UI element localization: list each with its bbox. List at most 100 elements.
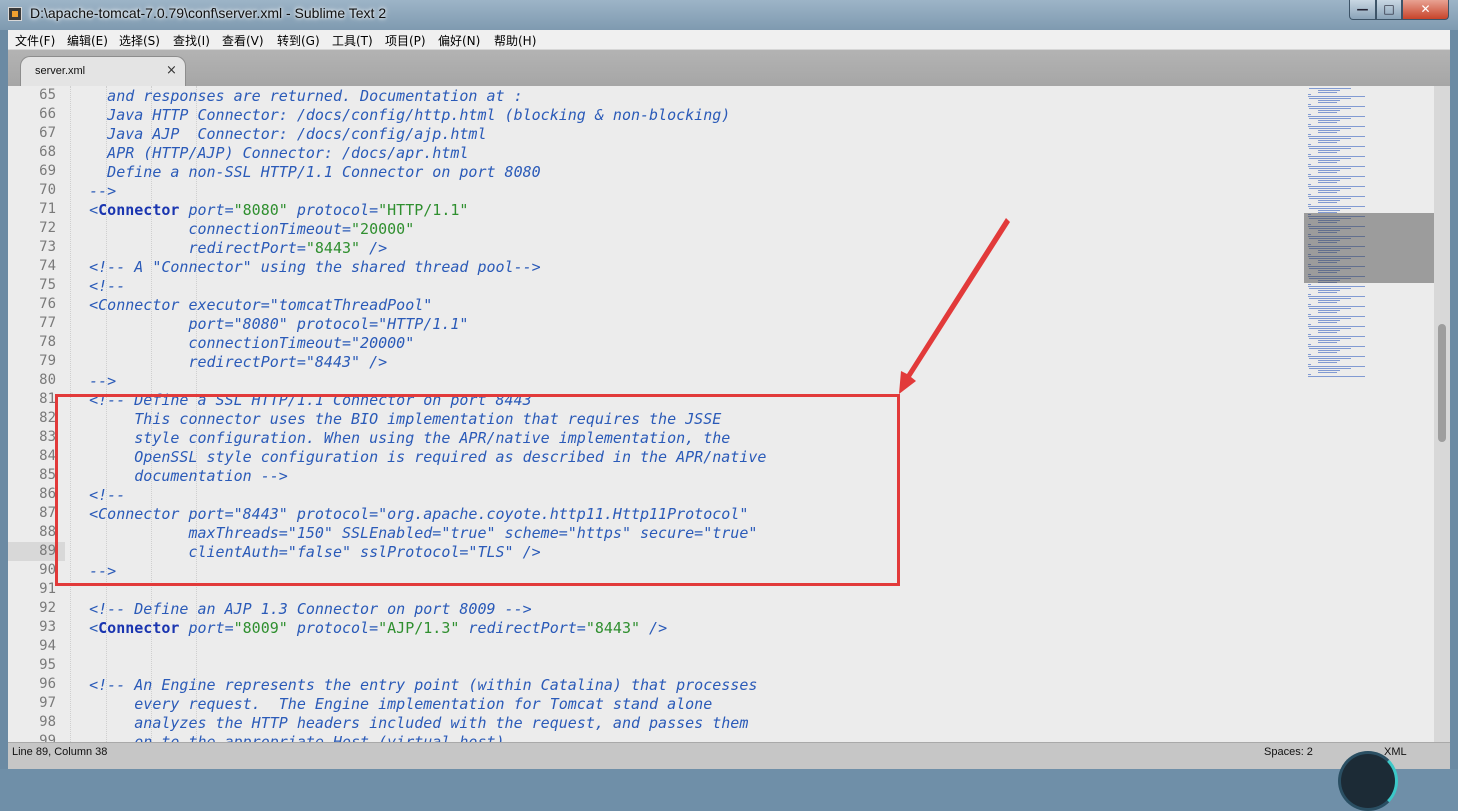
- minimap-line: [1307, 116, 1366, 117]
- menu-view[interactable]: 查看(V): [222, 32, 264, 49]
- minimap-line: [1317, 112, 1338, 113]
- code-line[interactable]: <!-- An Engine represents the entry poin…: [53, 676, 757, 695]
- syntax-selector[interactable]: XML: [1384, 746, 1407, 758]
- minimap-line: [1317, 300, 1340, 301]
- code-line[interactable]: -->: [53, 182, 116, 201]
- minimap-line: [1307, 374, 1312, 375]
- code-token: -->: [53, 372, 117, 390]
- menu-preferences[interactable]: 偏好(N): [438, 32, 480, 49]
- minimap[interactable]: [1304, 86, 1434, 742]
- code-line[interactable]: APR (HTTP/AJP) Connector: /docs/apr.html: [53, 144, 468, 163]
- code-line[interactable]: port="8080" protocol="HTTP/1.1": [53, 315, 468, 334]
- minimap-line: [1317, 370, 1340, 371]
- code-line[interactable]: connectionTimeout="20000": [53, 220, 414, 239]
- minimap-line: [1307, 126, 1366, 127]
- menu-find[interactable]: 查找(I): [173, 32, 210, 49]
- minimap-line: [1307, 104, 1312, 105]
- code-line[interactable]: -->: [53, 372, 116, 391]
- maximize-button[interactable]: □: [1376, 0, 1402, 20]
- minimap-line: [1309, 348, 1351, 349]
- code-token: analyzes the HTTP headers included with …: [53, 714, 749, 732]
- tab-label: server.xml: [35, 65, 86, 77]
- minimap-line: [1317, 202, 1338, 203]
- menu-selection[interactable]: 选择(S): [119, 32, 160, 49]
- code-line[interactable]: analyzes the HTTP headers included with …: [53, 714, 748, 733]
- minimap-line: [1307, 326, 1366, 327]
- code-line[interactable]: redirectPort="8443" />: [53, 239, 387, 258]
- menu-file[interactable]: 文件(F): [15, 32, 55, 49]
- window-title: D:\apache-tomcat-7.0.79\conf\server.xml …: [30, 5, 387, 21]
- minimap-line: [1317, 92, 1338, 93]
- minimap-line: [1307, 184, 1312, 185]
- code-line[interactable]: redirectPort="8443" />: [53, 353, 387, 372]
- minimap-line: [1317, 290, 1340, 291]
- menu-edit[interactable]: 编辑(E): [67, 32, 108, 49]
- code-token: <!-- An Engine represents the entry poin…: [53, 676, 758, 694]
- code-line[interactable]: <Connector port="8080" protocol="HTTP/1.…: [53, 201, 468, 220]
- minimap-line: [1317, 362, 1338, 363]
- indentation-setting[interactable]: Spaces: 2: [1264, 746, 1313, 758]
- title-bar[interactable]: D:\apache-tomcat-7.0.79\conf\server.xml …: [0, 0, 1458, 30]
- code-token: redirectPort="8443" />: [53, 353, 388, 371]
- code-token: <!-- Define an AJP 1.3 Connector on port…: [53, 600, 532, 618]
- menu-help[interactable]: 帮助(H): [494, 32, 536, 49]
- code-line[interactable]: Java HTTP Connector: /docs/config/http.h…: [53, 106, 730, 125]
- code-token: "20000": [351, 220, 415, 238]
- minimap-line: [1317, 120, 1340, 121]
- code-line[interactable]: Java AJP Connector: /docs/config/ajp.htm…: [53, 125, 486, 144]
- minimap-line: [1317, 172, 1338, 173]
- minimap-line: [1307, 314, 1312, 315]
- scrollbar-thumb[interactable]: [1438, 324, 1446, 442]
- minimap-line: [1317, 342, 1338, 343]
- code-line[interactable]: and responses are returned. Documentatio…: [53, 87, 522, 106]
- sublime-app-icon: [8, 7, 22, 21]
- code-token: "8080": [233, 201, 288, 219]
- code-line[interactable]: connectionTimeout="20000": [53, 334, 414, 353]
- code-token: <!-- A "Connector" using the shared thre…: [53, 258, 541, 276]
- tab-server-xml[interactable]: server.xml ×: [20, 56, 186, 86]
- code-token: protocol=: [287, 201, 379, 219]
- code-line[interactable]: <Connector port="8009" protocol="AJP/1.3…: [53, 619, 667, 638]
- code-token: connectionTimeout=: [53, 220, 352, 238]
- minimap-line: [1309, 178, 1351, 179]
- minimap-line: [1317, 170, 1340, 171]
- minimap-line: [1309, 128, 1351, 129]
- code-token: "8443": [305, 239, 361, 257]
- annotation-highlight-box: [55, 394, 900, 586]
- minimap-line: [1309, 108, 1351, 109]
- code-line[interactable]: Define a non-SSL HTTP/1.1 Connector on p…: [53, 163, 541, 182]
- menu-goto[interactable]: 转到(G): [277, 32, 320, 49]
- minimize-button[interactable]: —: [1349, 0, 1376, 20]
- minimap-line: [1317, 162, 1338, 163]
- minimap-line: [1317, 122, 1338, 123]
- status-bar: Line 89, Column 38 Spaces: 2 XML: [8, 742, 1450, 811]
- tab-close-icon[interactable]: ×: [166, 63, 177, 78]
- line-number: 95: [39, 657, 56, 673]
- minimap-line: [1307, 134, 1312, 135]
- minimap-line: [1307, 196, 1366, 197]
- minimap-line: [1317, 130, 1340, 131]
- code-token: every request. The Engine implementation…: [53, 695, 713, 713]
- minimap-line: [1317, 102, 1338, 103]
- code-line[interactable]: <!-- Define an AJP 1.3 Connector on port…: [53, 600, 532, 619]
- minimap-line: [1307, 94, 1312, 95]
- vertical-scrollbar[interactable]: [1434, 86, 1450, 742]
- code-line[interactable]: every request. The Engine implementation…: [53, 695, 712, 714]
- minimap-line: [1317, 142, 1338, 143]
- minimap-line: [1307, 186, 1366, 187]
- minimap-line: [1307, 156, 1366, 157]
- menu-tools[interactable]: 工具(T): [332, 32, 373, 49]
- minimap-viewport[interactable]: [1304, 213, 1434, 283]
- minimap-line: [1309, 288, 1351, 289]
- app-window: D:\apache-tomcat-7.0.79\conf\server.xml …: [0, 0, 1458, 811]
- menu-project[interactable]: 项目(P): [385, 32, 426, 49]
- code-line[interactable]: <Connector executor="tomcatThreadPool": [53, 296, 432, 315]
- code-line[interactable]: on to the appropriate Host (virtual host…: [53, 733, 513, 742]
- code-line[interactable]: <!-- A "Connector" using the shared thre…: [53, 258, 541, 277]
- close-window-button[interactable]: ✕: [1402, 0, 1449, 20]
- minimap-line: [1317, 312, 1338, 313]
- minimap-line: [1317, 210, 1340, 211]
- code-line[interactable]: <!--: [53, 277, 125, 296]
- minimap-line: [1317, 160, 1340, 161]
- minimap-line: [1307, 204, 1312, 205]
